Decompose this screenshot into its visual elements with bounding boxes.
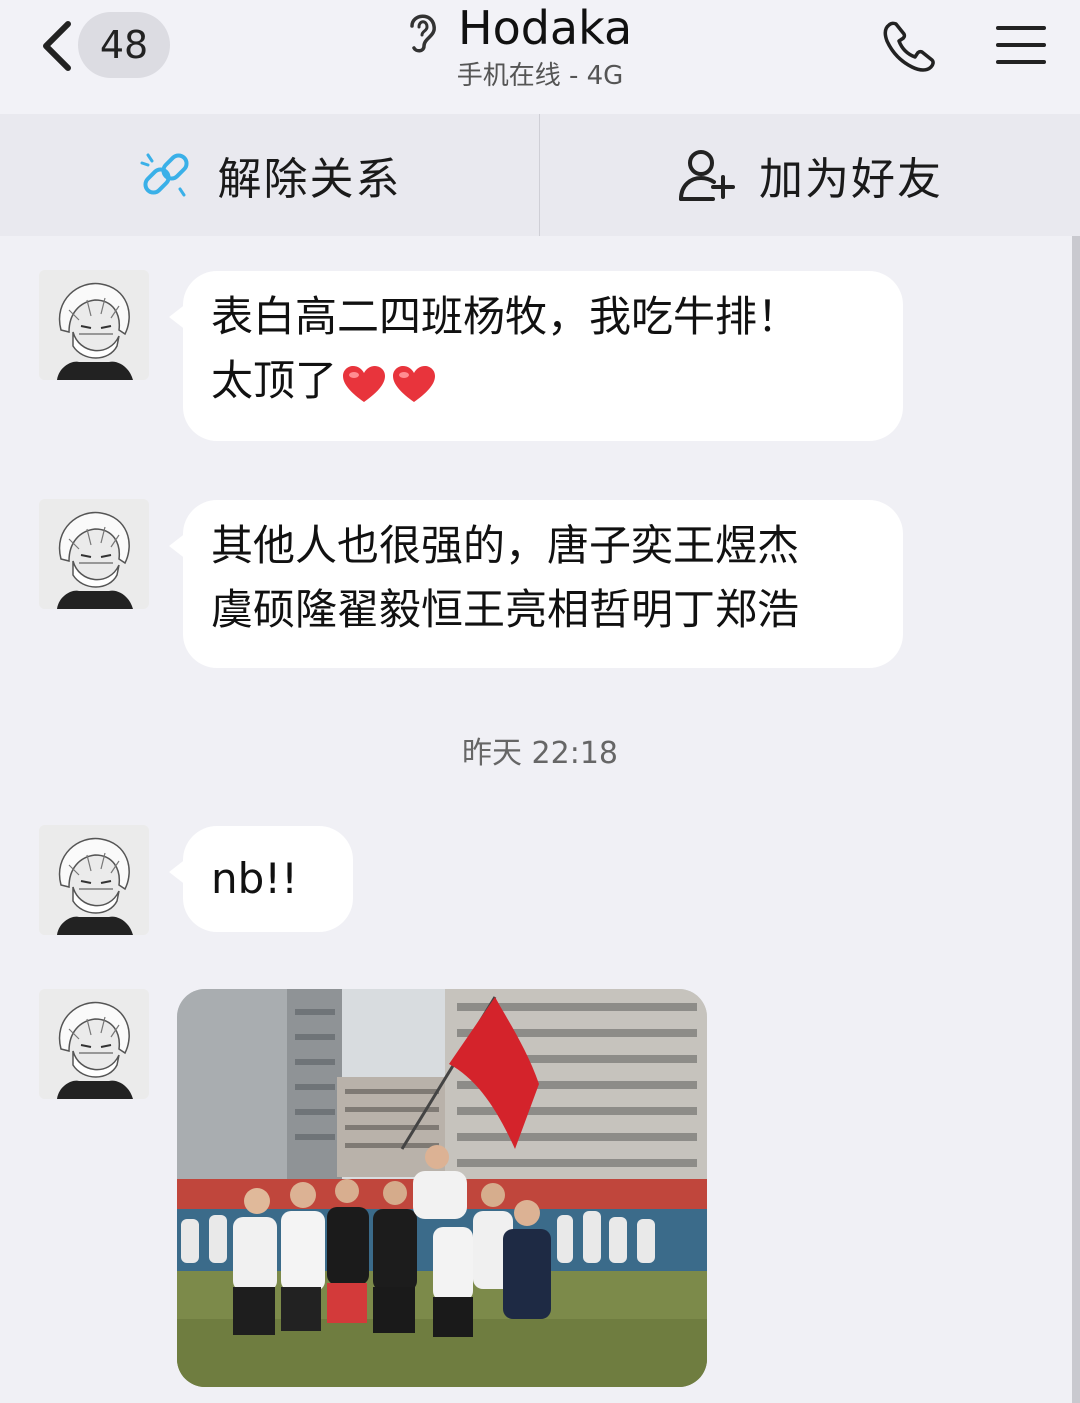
heart-icon: [343, 365, 386, 402]
avatar[interactable]: [39, 270, 149, 380]
message-timestamp: 昨天 22:18: [462, 736, 618, 771]
heart-icon: [393, 365, 436, 402]
avatar[interactable]: [39, 989, 149, 1099]
contact-name[interactable]: Hodaka: [458, 0, 632, 56]
message-bubble[interactable]: 其他人也很强的，唐子奕王煜杰 虞硕隆翟毅恒王亮相哲明丁郑浩: [169, 500, 903, 668]
add-friend-button[interactable]: 加为好友: [540, 114, 1080, 236]
message-text: 太顶了: [211, 356, 338, 405]
message-text: 虞硕隆翟毅恒王亮相哲明丁郑浩: [211, 585, 800, 634]
avatar[interactable]: [39, 499, 149, 609]
phone-icon[interactable]: [882, 20, 936, 72]
action-bar: 解除关系 加为好友: [0, 114, 1080, 236]
message-bubble[interactable]: 表白高二四班杨牧，我吃牛排！ 太顶了: [169, 271, 903, 441]
message-bubble[interactable]: nb!!: [169, 826, 353, 932]
menu-icon[interactable]: [996, 24, 1046, 66]
add-friend-label: 加为好友: [759, 154, 943, 205]
message-text: 其他人也很强的，唐子奕王煜杰: [211, 521, 800, 570]
ear-icon: [410, 14, 436, 53]
message-text: nb!!: [211, 854, 298, 903]
scrollbar[interactable]: [1072, 236, 1080, 1403]
avatar[interactable]: [39, 825, 149, 935]
chat-header: 48 Hodaka 手机在线 - 4G: [0, 0, 1080, 114]
photo-message[interactable]: [177, 989, 707, 1387]
action-divider: [539, 114, 540, 236]
unlink-label: 解除关系: [217, 154, 402, 205]
message-text: 表白高二四班杨牧，我吃牛排！: [211, 292, 800, 341]
unlink-button[interactable]: 解除关系: [0, 114, 539, 236]
add-user-icon: [679, 150, 735, 201]
unlink-icon: [140, 153, 189, 197]
